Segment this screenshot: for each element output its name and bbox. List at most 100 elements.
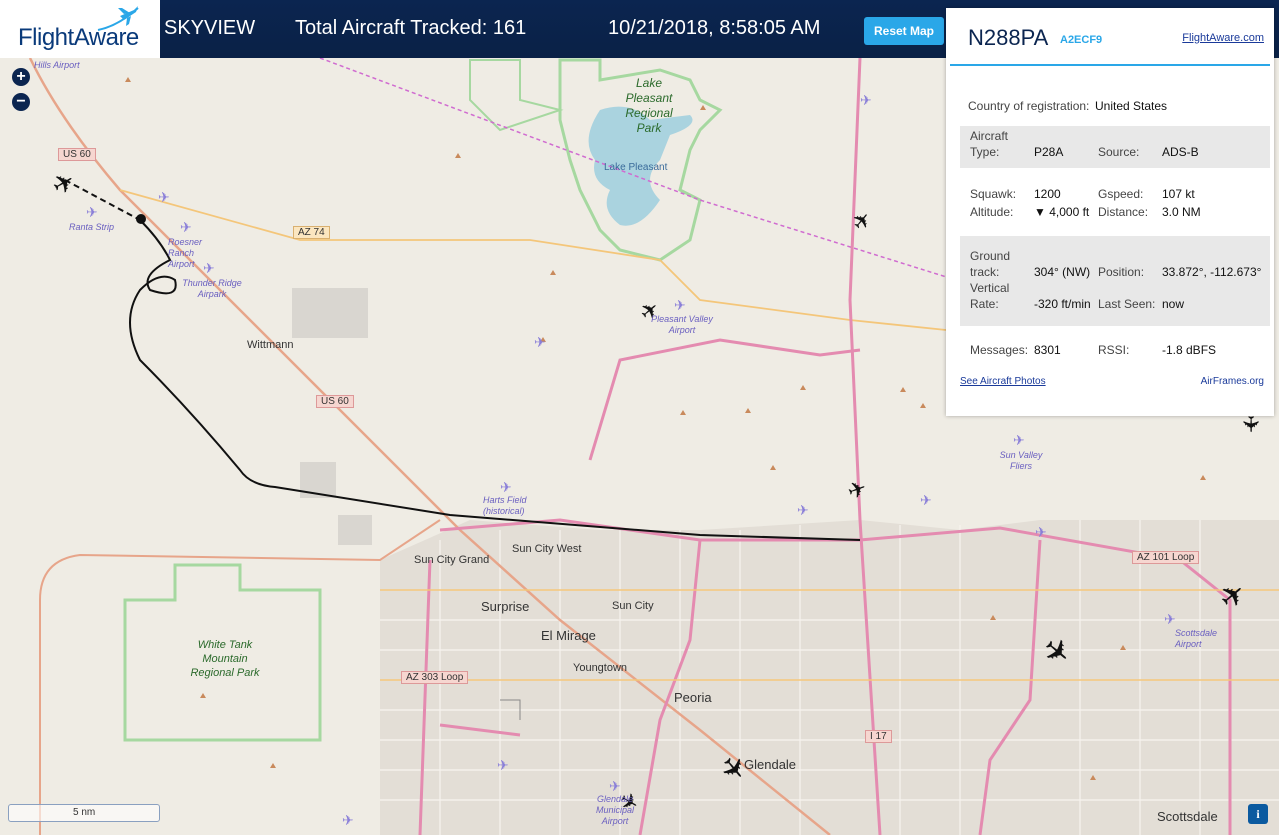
gspeed-label: Gspeed: (1098, 187, 1144, 201)
airframes-link[interactable]: AirFrames.org (1201, 376, 1264, 387)
road-shield: US 60 (316, 395, 354, 408)
messages-value: 8301 (1034, 343, 1061, 357)
aircraft-hex: A2ECF9 (1060, 34, 1103, 46)
gspeed-value: 107 kt (1162, 187, 1195, 201)
rssi-value: -1.8 dBFS (1162, 343, 1217, 357)
airport-icon: ✈ (609, 778, 621, 794)
source-value: ADS-B (1162, 145, 1199, 159)
squawk-label: Squawk: (970, 187, 1017, 201)
zoom-in-button[interactable]: + (12, 68, 30, 86)
label-sun-city-west: Sun City West (512, 543, 582, 555)
position-label: Position: (1098, 265, 1145, 279)
road-shield: US 60 (58, 148, 96, 161)
flight-track (129, 219, 861, 541)
type-row: Aircraft Type: P28A Source: ADS-B (960, 126, 1270, 168)
airport-icon: ✈ (1164, 611, 1176, 627)
info-button[interactable]: i (1248, 804, 1268, 824)
messages-row: Messages: 8301 RSSI: -1.8 dBFS (960, 342, 1270, 362)
aircraft-icon: ✈ (1237, 415, 1262, 433)
messages-label: Messages: (970, 343, 1029, 357)
squawk-row: Squawk: 1200 Gspeed: 107 kt Altitude: ▼ … (960, 186, 1270, 226)
aircraft-icon-selected: ✈ (47, 166, 81, 203)
label-airport: Pleasant Valley Airport (651, 314, 713, 335)
reset-map-button[interactable]: Reset Map (864, 17, 944, 45)
airport-icon: ✈ (1035, 524, 1047, 540)
airport-icon: ✈ (1013, 432, 1025, 448)
distance-value: 3.0 NM (1162, 205, 1201, 219)
airport-icon: ✈ (920, 492, 932, 508)
airport-icon: ✈ (180, 219, 192, 235)
country-label: Country of registration: (968, 99, 1090, 113)
label-lake-pleasant: Lake Pleasant (604, 162, 668, 173)
altitude-label: Altitude: (970, 205, 1014, 219)
label-airport: Glendale Municipal Airport (595, 794, 635, 826)
label-surprise: Surprise (481, 599, 530, 614)
label-lake-pleasant-park: Lake Pleasant Regional Park (625, 76, 673, 135)
airport-icon: ✈ (534, 334, 546, 350)
rssi-label: RSSI: (1098, 343, 1130, 357)
track-position-dot (136, 214, 146, 224)
urban-area (380, 520, 1279, 835)
aircraft-photos-link[interactable]: See Aircraft Photos (960, 376, 1046, 387)
land-patch (338, 515, 372, 545)
label-scottsdale: Scottsdale (1157, 809, 1218, 824)
label-airport: Sun Valley Fliers (999, 450, 1043, 471)
airport-icon: ✈ (860, 92, 872, 108)
scale-bar: 5 nm (8, 804, 160, 822)
track-row: Ground track: 304° (NW) Position: 33.872… (960, 236, 1270, 326)
label-airport: Harts Field (historical) (483, 495, 527, 516)
type-label: Aircraft Type: (970, 129, 1009, 159)
label-white-tank-park: White Tank Mountain Regional Park (190, 639, 260, 679)
airport-icon: ✈ (500, 479, 512, 495)
distance-label: Distance: (1098, 205, 1149, 219)
airport-icon: ✈ (674, 297, 686, 313)
source-label: Source: (1098, 145, 1140, 159)
vrate-label: Vertical Rate: (970, 281, 1010, 311)
airport-icon: ✈ (342, 812, 354, 828)
park-outline (469, 59, 564, 132)
flightaware-link[interactable]: FlightAware.com (1182, 32, 1264, 44)
altitude-value: ▼ 4,000 ft (1034, 205, 1090, 219)
flightaware-logo[interactable]: FlightAware (0, 0, 160, 58)
scale-label: 5 nm (73, 807, 96, 818)
track-value: 304° (NW) (1034, 265, 1091, 279)
aircraft-count: Total Aircraft Tracked: 161 (295, 17, 527, 39)
squawk-value: 1200 (1034, 187, 1061, 201)
aircraft-info-panel: N288PA A2ECF9 FlightAware.com Country of… (946, 8, 1274, 416)
aircraft-icon: ✈ (844, 476, 870, 506)
logo-plane-icon (97, 6, 139, 31)
label-sun-city: Sun City (612, 600, 654, 612)
lastseen-label: Last Seen: (1098, 297, 1156, 311)
label-airport: Ranta Strip (69, 222, 115, 232)
label-airport: Thunder Ridge Airpark (182, 278, 242, 299)
road-shield: AZ 101 Loop (1132, 551, 1200, 564)
vrate-value: -320 ft/min (1034, 297, 1091, 311)
label-sun-city-grand: Sun City Grand (414, 554, 490, 566)
airport-icon: ✈ (497, 757, 509, 773)
airport-icon: ✈ (797, 502, 809, 518)
label-el-mirage: El Mirage (541, 628, 596, 643)
panel-divider (950, 64, 1270, 66)
aircraft-ident: N288PA (968, 25, 1049, 50)
country-row: Country of registration: United States (960, 96, 1270, 116)
land-patch (292, 288, 368, 338)
label-wittmann: Wittmann (247, 339, 294, 351)
position-value: 33.872°, -112.673° (1162, 265, 1262, 279)
road-shield: AZ 74 (293, 226, 330, 239)
label-airport: Hills Airport (34, 60, 80, 70)
country-value: United States (1095, 99, 1168, 113)
label-airport: Roesner Ranch Airport (168, 237, 203, 269)
datetime: 10/21/2018, 8:58:05 AM (608, 17, 821, 39)
label-glendale: Glendale (744, 757, 797, 772)
airport-icon: ✈ (158, 189, 170, 205)
label-youngtown: Youngtown (573, 662, 628, 674)
zoom-out-button[interactable]: − (12, 93, 30, 111)
label-airport: Scottsdale Airport (1175, 628, 1218, 649)
road-shield: AZ 303 Loop (401, 671, 469, 684)
lastseen-value: now (1162, 297, 1185, 311)
airport-icon: ✈ (86, 204, 98, 220)
label-peoria: Peoria (674, 690, 712, 705)
type-value: P28A (1034, 145, 1064, 159)
app-title: SKYVIEW (164, 17, 256, 39)
track-label: Ground track: (970, 249, 1011, 279)
